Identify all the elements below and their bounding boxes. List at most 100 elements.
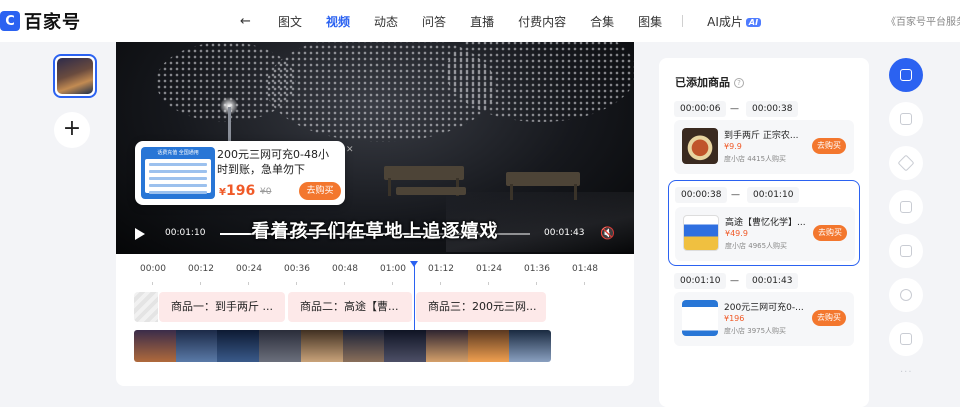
empty-segment: [134, 292, 158, 322]
logo[interactable]: C 百家号: [0, 8, 81, 34]
buy-button[interactable]: 去购买: [813, 225, 847, 241]
timeline-tick-label: 01:36: [524, 264, 550, 274]
plus-icon: +: [62, 116, 82, 141]
thumbnail-image: [57, 58, 93, 94]
video-icon: [900, 245, 912, 257]
product-image-caption: 话费充值 全国通用: [157, 150, 199, 156]
bench-leg: [388, 178, 391, 196]
timeline-ruler[interactable]: 00:00 00:12 00:24 00:36 00:48 01:00 01:12 01:24…: [132, 264, 602, 286]
tab-ai-video-label: AI成片: [707, 14, 743, 29]
product-card[interactable]: 200元三网可充0-... ¥196 度小店 3975人购买 去购买: [674, 292, 854, 346]
range-end: 00:01:10: [747, 187, 800, 203]
popup-price: ¥196: [219, 183, 256, 199]
logo-text: 百家号: [24, 12, 81, 33]
add-video-button[interactable]: +: [54, 112, 90, 148]
rail-video-button[interactable]: [889, 234, 923, 268]
content-type-nav: ← 图文 视频 动态 问答 直播 付费内容 合集 图集 AI成片 AI: [240, 0, 785, 42]
link-icon: [897, 154, 915, 172]
product-meta: 度小店 3975人购买: [724, 327, 787, 335]
product-group-3[interactable]: 00:01:10 — 00:01:43 200元三网可充0-... ¥196 度…: [668, 268, 860, 352]
buy-button[interactable]: 去购买: [812, 138, 846, 154]
popup-buy-button[interactable]: 去购买: [299, 182, 341, 200]
rail-link-button[interactable]: [889, 146, 923, 180]
product-title: 到手两斤 正宗农...: [724, 131, 799, 141]
buy-button[interactable]: 去购买: [812, 310, 846, 326]
timeline-tick-mark: [536, 282, 537, 285]
timeline-tick-mark: [440, 282, 441, 285]
timeline-tick-mark: [488, 282, 489, 285]
range-start: 00:00:06: [674, 101, 727, 117]
timeline-tick-label: 01:00: [380, 264, 406, 274]
product-group-2[interactable]: 00:00:38 — 00:01:10 高途【曹忆化学】... ¥49.9 度小…: [668, 180, 860, 266]
timeline-tick-label: 01:24: [476, 264, 502, 274]
film-frame: [384, 330, 426, 362]
timeline-tick-label: 00:24: [236, 264, 262, 274]
range-end: 00:00:38: [746, 101, 799, 117]
close-icon[interactable]: ✕: [346, 145, 354, 155]
video-editor-panel: 话费充值 全国通用 200元三网可充0-48小时到账，急单勿下 ¥196 ¥0 …: [116, 42, 634, 386]
nav-divider: [682, 15, 684, 27]
rail-comment-button[interactable]: [889, 102, 923, 136]
product-segment-3[interactable]: 商品三：200元三网...: [416, 292, 546, 322]
panel-title: 已添加商品?: [675, 74, 744, 90]
arrow-left-icon[interactable]: ←: [240, 14, 262, 29]
product-title: 200元三网可充0-...: [724, 303, 804, 313]
product-popup-card[interactable]: 话费充值 全国通用 200元三网可充0-48小时到账，急单勿下 ¥196 ¥0 …: [135, 141, 354, 205]
range-start: 00:01:10: [674, 273, 727, 289]
timeline-tick-label: 00:12: [188, 264, 214, 274]
video-thumbnail[interactable]: [53, 54, 97, 98]
timeline-tick-label: 01:12: [428, 264, 454, 274]
tab-collection[interactable]: 合集: [590, 13, 614, 30]
product-meta: 度小店 4965人购买: [725, 242, 788, 250]
shopping-bag-icon: [900, 69, 912, 81]
product-segments-track: 商品一：到手两斤 ... 商品二：高途【曹... 商品三：200元三网...: [134, 292, 554, 322]
timeline-tick-mark: [200, 282, 201, 285]
range-dash: —: [730, 276, 739, 286]
tab-live[interactable]: 直播: [470, 13, 494, 30]
document-icon: [900, 201, 912, 213]
film-frame: [425, 330, 468, 362]
range-end: 00:01:43: [746, 273, 799, 289]
tab-gallery[interactable]: 图集: [638, 13, 662, 30]
platform-agreement-link[interactable]: 《百家号平台服务: [886, 13, 960, 28]
tab-video[interactable]: 视频: [326, 13, 350, 30]
bench-seat: [396, 187, 466, 195]
tab-paid-content[interactable]: 付费内容: [518, 13, 566, 30]
wallet-icon: [900, 333, 912, 345]
baijiahao-logo-icon: C: [0, 11, 20, 31]
video-player[interactable]: 话费充值 全国通用 200元三网可充0-48小时到账，急单勿下 ¥196 ¥0 …: [116, 42, 634, 254]
bench: [506, 172, 580, 186]
product-segment-2[interactable]: 商品二：高途【曹...: [288, 292, 412, 322]
product-segment-1[interactable]: 商品一：到手两斤 ...: [159, 292, 285, 322]
film-frame: [134, 330, 176, 362]
rail-product-button[interactable]: [889, 58, 923, 92]
timeline-tick-label: 00:00: [140, 264, 166, 274]
product-title: 高途【曹忆化学】...: [725, 218, 806, 228]
product-image: [682, 300, 718, 336]
tab-wenda[interactable]: 问答: [422, 13, 446, 30]
ai-badge: AI: [745, 17, 762, 27]
product-card[interactable]: 到手两斤 正宗农... ¥9.9 度小店 4415人购买 去购买: [674, 120, 854, 174]
rail-document-button[interactable]: [889, 190, 923, 224]
product-card[interactable]: 高途【曹忆化学】... ¥49.9 度小店 4965人购买 去购买: [675, 207, 855, 261]
product-group-1[interactable]: 00:00:06 — 00:00:38 到手两斤 正宗农... ¥9.9 度小店…: [668, 96, 860, 180]
timeline-tick-mark: [392, 282, 393, 285]
rail-wallet-button[interactable]: [889, 322, 923, 356]
product-meta: 度小店 4415人购买: [724, 155, 787, 163]
tab-ai-video[interactable]: AI成片 AI: [707, 13, 762, 30]
product-price: ¥49.9: [725, 229, 748, 238]
tab-tuwen[interactable]: 图文: [278, 13, 302, 30]
timeline-tick-mark: [584, 282, 585, 285]
help-icon[interactable]: ?: [734, 78, 744, 88]
user-icon: [900, 289, 912, 301]
timeline-tick-mark: [296, 282, 297, 285]
rail-user-button[interactable]: [889, 278, 923, 312]
timeline-tick-mark: [248, 282, 249, 285]
range-dash: —: [731, 190, 740, 200]
more-dots-icon[interactable]: ···: [900, 367, 913, 378]
video-filmstrip[interactable]: [134, 330, 551, 362]
film-frame: [259, 330, 301, 362]
product-image: [682, 128, 718, 164]
product-price: ¥196: [724, 314, 745, 323]
tab-dongtai[interactable]: 动态: [374, 13, 398, 30]
